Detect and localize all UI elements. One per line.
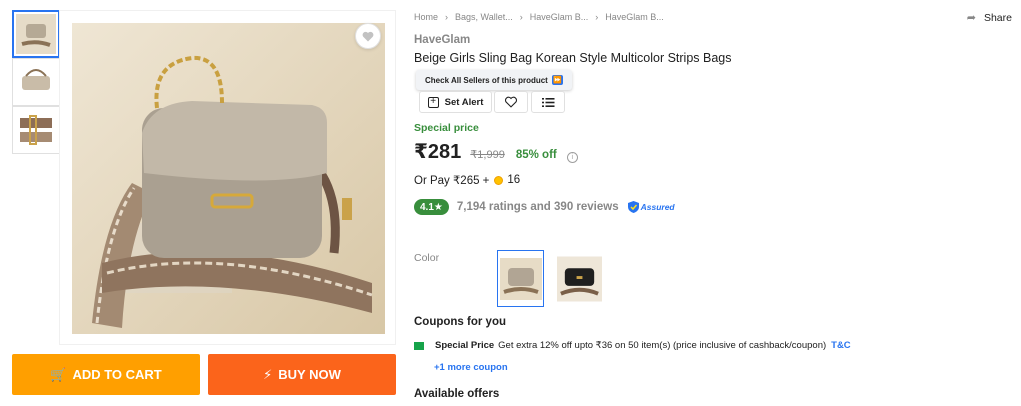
color-swatch-black[interactable] bbox=[556, 250, 603, 307]
check-sellers-label: Check All Sellers of this product bbox=[425, 75, 548, 85]
coupon-item: Special Price Get extra 12% off upto ₹36… bbox=[414, 340, 851, 351]
breadcrumb-brand[interactable]: HaveGlam B... bbox=[530, 12, 589, 22]
cart-icon: 🛒 bbox=[50, 366, 67, 382]
thumbnail-bag-side[interactable] bbox=[12, 58, 60, 106]
share-label: Share bbox=[983, 11, 1012, 24]
buy-now-label: BUY NOW bbox=[278, 367, 341, 382]
check-sellers-link[interactable]: Check All Sellers of this product ⏩ bbox=[416, 70, 572, 90]
set-alert-label: Set Alert bbox=[444, 96, 484, 108]
or-pay-row: Or Pay ₹265 + 16 bbox=[414, 173, 520, 187]
chevron-right-icon: › bbox=[445, 12, 449, 22]
assured-label: Assured bbox=[640, 202, 675, 212]
share-icon: ➦ bbox=[966, 12, 976, 24]
rating-badge[interactable]: 4.1★ bbox=[414, 199, 449, 215]
shield-icon bbox=[627, 201, 639, 213]
available-offers-title: Available offers bbox=[414, 388, 500, 400]
wishlist-button[interactable] bbox=[355, 23, 381, 49]
chevron-right-icon: › bbox=[595, 12, 599, 22]
special-price-label: Special price bbox=[414, 122, 479, 134]
coupon-tag-icon bbox=[414, 341, 424, 350]
main-product-image bbox=[59, 10, 396, 345]
thumbnail-image bbox=[16, 14, 56, 54]
lightning-icon: ⚡ bbox=[263, 366, 273, 382]
coupon-label: Special Price bbox=[435, 340, 495, 351]
supercoin-icon bbox=[494, 175, 504, 185]
breadcrumb-product[interactable]: HaveGlam B... bbox=[605, 12, 664, 22]
brand-name[interactable]: HaveGlam bbox=[414, 34, 470, 46]
plus-icon: + bbox=[427, 96, 439, 108]
heart-icon bbox=[362, 31, 374, 41]
coupon-text: Get extra 12% off upto ₹36 on 50 item(s)… bbox=[498, 340, 827, 351]
discount-percent: 85% off bbox=[515, 149, 557, 161]
more-coupons-link[interactable]: +1 more coupon bbox=[434, 362, 508, 373]
product-photo bbox=[72, 23, 385, 334]
fast-forward-icon: ⏩ bbox=[551, 75, 563, 85]
swatch-image bbox=[499, 257, 542, 300]
compare-list-button[interactable] bbox=[531, 91, 565, 113]
color-label: Color bbox=[414, 252, 440, 264]
terms-link[interactable]: T&C bbox=[831, 340, 851, 351]
swatch-image bbox=[557, 256, 602, 301]
share-button[interactable]: ➦ Share bbox=[966, 11, 1012, 25]
list-icon bbox=[541, 97, 554, 107]
selling-price: ₹281 bbox=[414, 141, 462, 163]
color-swatch-beige[interactable] bbox=[497, 250, 544, 307]
thumbnail-image bbox=[16, 62, 56, 102]
thumbnail-list bbox=[12, 10, 60, 154]
coupons-title: Coupons for you bbox=[414, 316, 506, 328]
product-title: Beige Girls Sling Bag Korean Style Multi… bbox=[414, 51, 732, 65]
add-to-cart-button[interactable]: 🛒 ADD TO CART bbox=[12, 354, 200, 395]
assured-badge: Assured bbox=[627, 201, 675, 213]
buy-now-button[interactable]: ⚡ BUY NOW bbox=[208, 354, 396, 395]
thumbnail-image bbox=[16, 110, 56, 150]
add-to-cart-label: ADD TO CART bbox=[72, 367, 162, 382]
thumbnail-bag-front[interactable] bbox=[12, 10, 60, 58]
set-alert-button[interactable]: + Set Alert bbox=[419, 91, 492, 113]
original-price: ₹1,999 bbox=[470, 149, 505, 161]
info-icon[interactable]: i bbox=[566, 152, 578, 163]
price-row: ₹281 ₹1,999 85% off i bbox=[414, 139, 578, 164]
rating-count[interactable]: 7,194 ratings and 390 reviews bbox=[457, 201, 619, 213]
breadcrumb-category[interactable]: Bags, Wallet... bbox=[455, 12, 513, 22]
breadcrumb: Home › Bags, Wallet... › HaveGlam B... ›… bbox=[414, 12, 664, 22]
rating-row: 4.1★ 7,194 ratings and 390 reviews Assur… bbox=[414, 199, 675, 215]
chevron-right-icon: › bbox=[519, 12, 523, 22]
wishlist-action-button[interactable] bbox=[494, 91, 528, 113]
thumbnail-strap-detail[interactable] bbox=[12, 106, 60, 154]
breadcrumb-home[interactable]: Home bbox=[414, 12, 438, 22]
heart-outline-icon bbox=[505, 96, 517, 108]
coin-count: 16 bbox=[507, 174, 521, 186]
or-pay-text: Or Pay ₹265 + bbox=[414, 175, 490, 187]
